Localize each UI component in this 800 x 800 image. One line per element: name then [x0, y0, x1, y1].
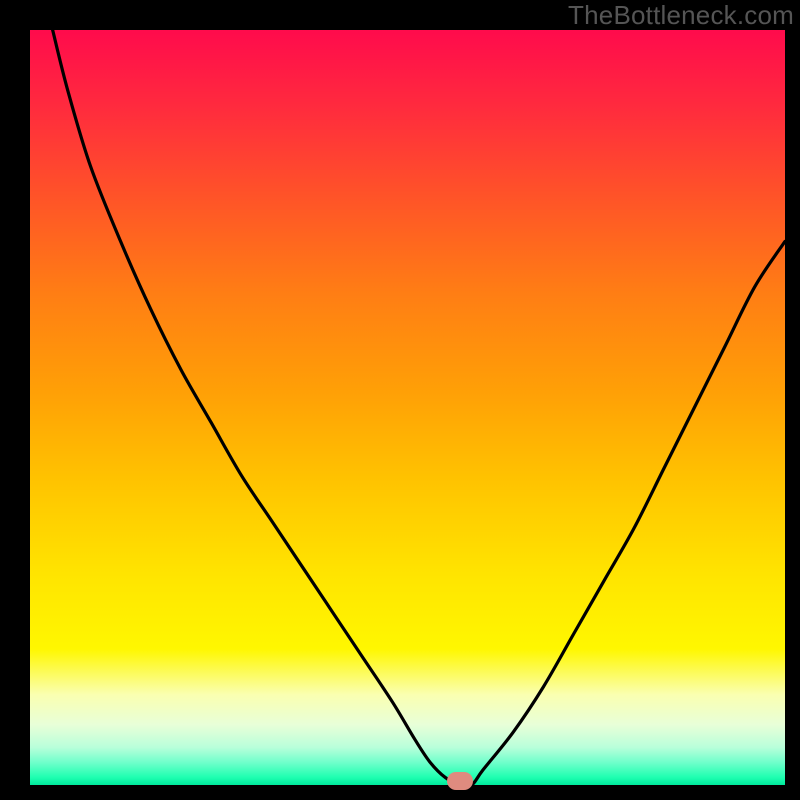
chart-frame: TheBottleneck.com	[0, 0, 800, 800]
bottleneck-curve-svg	[30, 30, 785, 785]
bottleneck-curve-path	[53, 30, 785, 785]
watermark-text: TheBottleneck.com	[568, 0, 794, 31]
minimum-marker	[447, 772, 473, 790]
